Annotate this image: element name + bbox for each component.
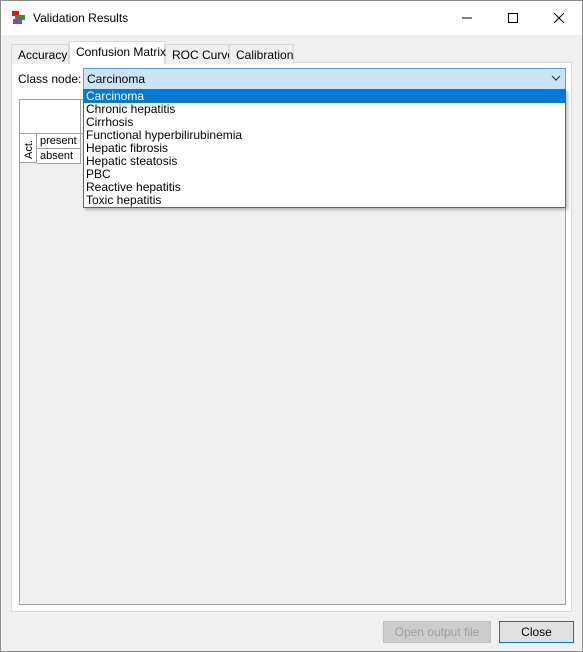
dropdown-option[interactable]: Hepatic steatosis <box>84 155 565 168</box>
minimize-button[interactable] <box>444 1 490 35</box>
minimize-icon <box>462 17 472 19</box>
class-node-label: Class node: <box>18 72 82 86</box>
tab-confusion-matrix[interactable]: Confusion Matrix <box>69 41 166 64</box>
open-output-file-button[interactable]: Open output file <box>383 621 491 643</box>
class-node-dropdown-list[interactable]: Carcinoma Chronic hepatitis Cirrhosis Fu… <box>83 89 566 208</box>
title-bar[interactable]: Validation Results <box>1 1 582 35</box>
dropdown-option[interactable]: Toxic hepatitis <box>84 194 565 207</box>
actual-group-label: Act. <box>23 140 35 159</box>
class-node-selected-value: Carcinoma <box>87 72 146 86</box>
close-button[interactable]: Close <box>499 621 574 643</box>
tab-calibration[interactable]: Calibration <box>229 44 294 64</box>
close-window-button[interactable] <box>536 1 582 35</box>
maximize-button[interactable] <box>490 1 536 35</box>
maximize-icon <box>508 13 518 23</box>
tab-roc-curve[interactable]: ROC Curve <box>165 44 234 64</box>
window-title: Validation Results <box>33 11 129 25</box>
class-node-combobox[interactable]: Carcinoma <box>83 68 566 90</box>
matrix-row-header-absent: absent <box>37 149 81 164</box>
matrix-row-header-present: present <box>37 134 81 149</box>
matrix-corner-cell <box>20 100 81 134</box>
validation-results-window: Validation Results Accuracy Confusion Ma… <box>0 0 583 652</box>
close-icon <box>554 13 564 23</box>
app-icon <box>12 11 25 24</box>
chevron-down-icon <box>551 75 561 81</box>
tab-accuracy[interactable]: Accuracy <box>11 44 69 64</box>
dropdown-option[interactable]: Chronic hepatitis <box>84 103 565 116</box>
